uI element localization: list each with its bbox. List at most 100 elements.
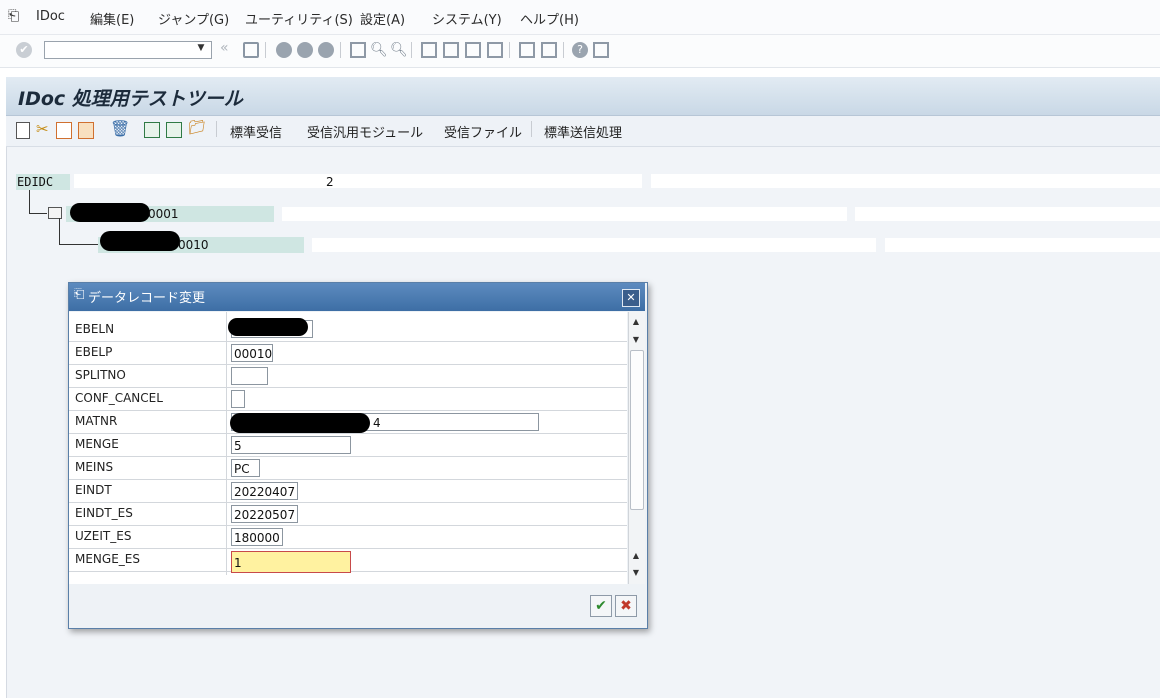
menu-settings[interactable]: 設定(A) (360, 9, 405, 28)
edidc-field-bar (74, 174, 642, 188)
find-icon[interactable]: 🔍︎ (370, 42, 388, 58)
table-row (69, 364, 627, 388)
field-label: MENGE_ES (75, 552, 140, 566)
field-label: MENGE (75, 437, 119, 451)
field-label: EBELN (75, 322, 115, 336)
table-row (69, 479, 627, 503)
field-label: EBELP (75, 345, 113, 359)
scroll-down-icon[interactable]: ▼ (628, 332, 644, 348)
new-session-icon[interactable] (519, 42, 535, 58)
command-field[interactable] (44, 41, 212, 59)
next-page-icon[interactable] (465, 42, 481, 58)
print-icon[interactable] (350, 42, 366, 58)
cut-icon[interactable]: ✂ (36, 120, 49, 138)
ebelp-field[interactable]: 00010 (231, 344, 273, 362)
meins-field[interactable]: PC (231, 459, 260, 477)
back-icon[interactable] (276, 42, 292, 58)
edidc-field-bar-2 (651, 174, 1160, 188)
close-icon[interactable]: ✕ (622, 289, 640, 307)
toolbar-separator (509, 42, 510, 58)
standard-outbound-button[interactable]: 標準送信処理 (544, 122, 622, 141)
menu-system[interactable]: システム(Y) (432, 9, 502, 28)
level2-segment-label[interactable]: 0010 (178, 238, 209, 252)
menu-edit[interactable]: 編集(E) (90, 9, 134, 28)
collapse-icon[interactable]: « (220, 40, 229, 56)
paste-icon[interactable] (78, 122, 94, 139)
menu-utilities[interactable]: ユーティリティ(S) (245, 9, 353, 28)
eindt-field[interactable]: 20220407 (231, 482, 298, 500)
field-label: MATNR (75, 414, 118, 428)
field-label: SPLITNO (75, 368, 126, 382)
edidc-extra: 2 (326, 175, 334, 189)
dialog-title: データレコード変更 (88, 291, 206, 306)
scroll-up-icon[interactable]: ▲ (628, 548, 644, 564)
table-row (69, 456, 627, 480)
menge-es-field[interactable]: 1 (231, 551, 351, 573)
eindt-es-field[interactable]: 20220507 (231, 505, 298, 523)
table-row (69, 318, 627, 342)
save-icon[interactable] (243, 42, 259, 58)
toolbar-separator (216, 121, 217, 137)
field-label: MEINS (75, 460, 114, 474)
level2-field-bar-2 (885, 238, 1160, 252)
table-row (69, 525, 627, 549)
level1-segment-label[interactable]: 0001 (148, 207, 179, 221)
menu-goto[interactable]: ジャンプ(G) (158, 9, 229, 28)
scrollbar-thumb[interactable] (630, 350, 644, 510)
partial-row (69, 575, 627, 584)
conf-cancel-field[interactable] (231, 390, 245, 408)
command-dropdown-icon[interactable]: ▼ (193, 43, 209, 57)
table-row (69, 502, 627, 526)
tree-line (29, 190, 30, 214)
field-label: EINDT (75, 483, 112, 497)
tree-line (59, 244, 99, 245)
page-title: IDoc 処理用テストツール (18, 88, 243, 110)
cancel-icon[interactable] (318, 42, 334, 58)
level1-field-bar (282, 207, 847, 221)
segment-icon[interactable]: 📁︎ (188, 120, 206, 136)
edidc-segment-label[interactable]: EDIDC (17, 175, 53, 189)
enter-icon[interactable]: ✔ (16, 42, 32, 58)
exit-icon[interactable] (297, 42, 313, 58)
redacted-mark (70, 203, 150, 222)
copy-icon[interactable] (56, 122, 72, 139)
menge-field[interactable]: 5 (231, 436, 351, 454)
last-page-icon[interactable] (487, 42, 503, 58)
help-icon[interactable]: ? (572, 42, 588, 58)
column-separator (226, 312, 227, 584)
scroll-up-icon[interactable]: ▲ (628, 314, 644, 330)
tree-line (59, 218, 60, 244)
tree-line (29, 213, 47, 214)
field-label: EINDT_ES (75, 506, 133, 520)
inbound-file-button[interactable]: 受信ファイル (444, 122, 522, 141)
toolbar-separator (340, 42, 341, 58)
toolbar-separator (265, 42, 266, 58)
level2-field-bar (312, 238, 876, 252)
check-icon[interactable]: ✔ (590, 595, 612, 617)
redacted-mark (230, 413, 370, 433)
cancel-icon[interactable]: ✖ (615, 595, 637, 617)
menu-help[interactable]: ヘルプ(H) (520, 9, 579, 28)
toolbar-separator (411, 42, 412, 58)
redacted-mark (100, 231, 180, 251)
inbound-function-module-button[interactable]: 受信汎用モジュール (307, 122, 423, 141)
scroll-down-icon[interactable]: ▼ (628, 565, 644, 581)
collapse-tree-icon[interactable] (166, 122, 182, 138)
first-page-icon[interactable] (421, 42, 437, 58)
delete-icon[interactable]: 🗑︎ (110, 119, 130, 138)
customize-layout-icon[interactable] (593, 42, 609, 58)
shortcut-icon[interactable] (541, 42, 557, 58)
field-label: CONF_CANCEL (75, 391, 163, 405)
toolbar-separator (563, 42, 564, 58)
menu-idoc[interactable]: IDoc (36, 9, 65, 24)
expand-icon[interactable] (144, 122, 160, 138)
find-next-icon[interactable]: 🔍︎ (390, 42, 408, 58)
splitno-field[interactable] (231, 367, 268, 385)
uzeit-es-field[interactable]: 180000 (231, 528, 283, 546)
toolbar-separator (531, 121, 532, 137)
redacted-mark (228, 318, 308, 336)
standard-inbound-button[interactable]: 標準受信 (230, 122, 282, 141)
previous-page-icon[interactable] (443, 42, 459, 58)
system-menu-icon[interactable]: ⎗ (8, 8, 19, 24)
new-icon[interactable] (16, 122, 30, 139)
